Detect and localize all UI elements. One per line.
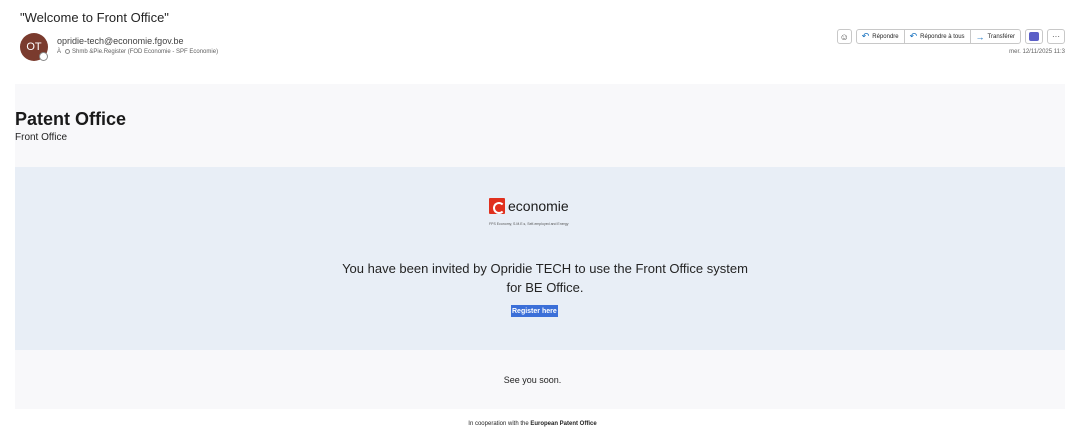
logo-text: economie — [508, 198, 569, 214]
received-date: mer. 12/11/2025 11:3 — [1009, 49, 1065, 55]
reply-label: Répondre — [872, 33, 899, 40]
cooperation-org: European Patent Office — [530, 421, 597, 427]
forward-button[interactable]: → Transférer — [971, 30, 1020, 43]
smiley-icon[interactable]: ☺ — [836, 29, 852, 44]
to-prefix: À — [57, 49, 62, 56]
teams-icon[interactable] — [1025, 29, 1043, 44]
forward-icon: → — [975, 31, 985, 42]
register-link[interactable]: Register here — [511, 305, 558, 317]
message-toolbar: ☺ ↶ Répondre ↶ Répondre à tous → Transfé… — [836, 29, 1065, 44]
invitation-text: You have been invited by Opridie TECH to… — [342, 261, 748, 295]
reply-icon: ↶ — [861, 31, 870, 41]
recipient-name[interactable]: Shmb &Pie.Register (FOD Economie - SPF E… — [72, 49, 218, 55]
avatar-initials: OT — [26, 41, 42, 53]
page-subtitle: Front Office — [15, 132, 68, 143]
sender-email[interactable]: opridie-tech@economie.fgov.be — [57, 36, 184, 46]
reply-button[interactable]: ↶ Répondre — [857, 30, 905, 43]
cooperation-note: In cooperation with the European Patent … — [0, 421, 1065, 427]
reply-all-button[interactable]: ↶ Répondre à tous — [905, 30, 971, 43]
presence-icon — [39, 52, 48, 61]
closing-text: See you soon. — [503, 375, 562, 385]
more-actions-button[interactable]: ··· — [1047, 29, 1065, 44]
forward-label: Transférer — [987, 33, 1015, 40]
logo-subtitle: FPS Economy, S.M.E.s, Self-employed and … — [489, 222, 569, 226]
recipients-line: À Shmb &Pie.Register (FOD Economie - SPF … — [57, 49, 218, 55]
economie-logo: economie — [489, 198, 569, 214]
economie-logo-mark — [489, 198, 505, 214]
email-header-band — [15, 84, 1065, 167]
recipient-status-icon — [65, 49, 71, 54]
reply-all-label: Répondre à tous — [920, 33, 965, 40]
page-title: Patent Office — [15, 109, 127, 129]
reply-actions: ↶ Répondre ↶ Répondre à tous → Transfére… — [855, 29, 1021, 44]
cooperation-prefix: In cooperation with the — [468, 421, 529, 427]
email-subject: "Welcome to Front Office" — [20, 10, 169, 25]
reply-all-icon: ↶ — [909, 31, 918, 41]
